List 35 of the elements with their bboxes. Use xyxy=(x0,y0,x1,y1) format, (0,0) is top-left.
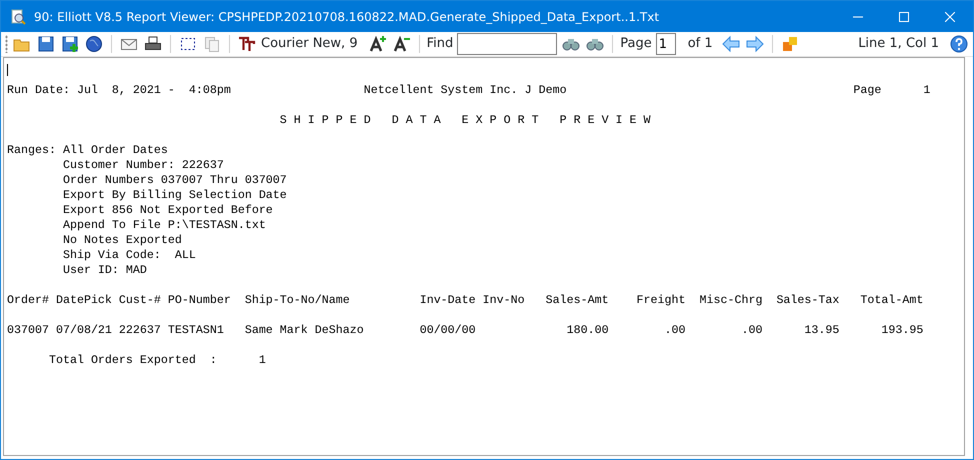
report-line: Append To File P:\TESTASN.txt xyxy=(62,218,266,233)
report-line: Ranges: All Order Dates xyxy=(7,143,168,158)
report-line: Customer Number: 222637 xyxy=(62,158,224,173)
report-line: S H I P P E D D A T A E X P O R T P R E V I E W xyxy=(278,113,651,128)
save-add-icon[interactable] xyxy=(60,34,80,54)
report-line: Export 856 Not Exported Before xyxy=(62,203,273,218)
find-label: Find xyxy=(426,35,454,54)
find-field[interactable] xyxy=(457,33,558,55)
report-line: Order Numbers 037007 Thru 037007 xyxy=(62,173,287,188)
report-line: 037007 07/08/21 222637 TESTASN1 Same Mark DeShazo 00/00/00 180.00 .00 .00 13.95 193.95 xyxy=(7,323,924,338)
report-line: Ship Via Code: ALL xyxy=(62,248,196,263)
next-page-icon[interactable] xyxy=(744,34,765,54)
report-line: Run Date: Jul 8, 2021 - 4:08pm Netcellent System Inc. J Demo Page 1 xyxy=(7,83,930,98)
close-icon[interactable] xyxy=(945,12,955,22)
page-total: of 1 xyxy=(688,35,713,54)
app-icon xyxy=(10,8,26,24)
report-line: Order# DatePick Cust-# PO-Number Ship-To-No/Name Inv-Date Inv-No Sales-Amt Freight Misc-Chrg Sales-Tax Total-Amt xyxy=(7,293,924,308)
report-line: Total Orders Exported : 1 xyxy=(48,353,266,368)
text-cursor xyxy=(7,64,8,76)
font-icon[interactable] xyxy=(237,34,257,54)
font-shrink-icon[interactable] xyxy=(392,34,412,54)
report-line: Export By Billing Selection Date xyxy=(62,188,287,203)
globe-icon[interactable] xyxy=(84,34,104,54)
page-label: Page xyxy=(620,35,652,54)
save-icon[interactable] xyxy=(36,34,56,54)
help-icon[interactable] xyxy=(949,34,969,54)
report-line: User ID: MAD xyxy=(62,263,147,278)
font-label: Courier New, 9 xyxy=(261,35,358,54)
maximize-icon[interactable] xyxy=(899,12,909,22)
report-line: No Notes Exported xyxy=(62,233,182,248)
font-grow-icon[interactable] xyxy=(368,34,388,54)
page-field[interactable]: 1 xyxy=(656,33,676,55)
window-title: 90: Elliott V8.5 Report Viewer: CPSHPEDP.20210708.160822.MAD.Generate_Shipped_Data_Export..1.Txt xyxy=(34,8,660,26)
previous-page-icon[interactable] xyxy=(720,34,741,54)
cursor-position: Line 1, Col 1 xyxy=(858,35,939,54)
